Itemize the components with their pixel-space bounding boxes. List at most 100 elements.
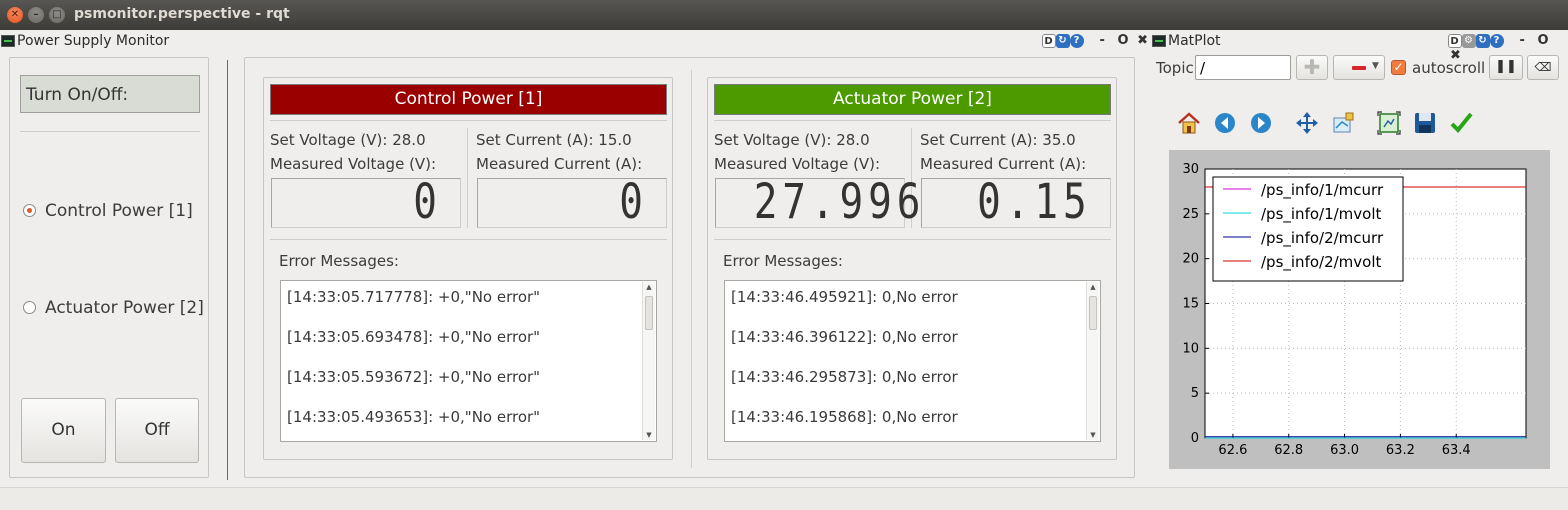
plot-canvas[interactable]: 62.6 62.8 63.0 63.2 63.4 0 5 10 15 20 25 30 /ps_inf… — [1169, 150, 1550, 469]
dock-d-icon[interactable]: D — [1042, 33, 1056, 48]
close-dock-icon[interactable]: ✖ — [1137, 33, 1149, 48]
y-tick-label: 20 — [1182, 252, 1199, 267]
scroll-thumb[interactable] — [645, 296, 653, 330]
legend-label: /ps_info/2/mvolt — [1261, 253, 1382, 272]
gear-icon[interactable]: ⚙ — [1462, 33, 1476, 48]
error-messages-list[interactable]: [14:33:05.717778]: +0,"No error" [14:33:… — [280, 280, 657, 442]
voltage-lcd: 0 — [271, 178, 461, 228]
radio-control-power-button[interactable] — [23, 204, 36, 217]
status-bar — [0, 487, 1568, 510]
save-icon[interactable] — [1412, 110, 1438, 136]
autoscroll-label: autoscroll — [1412, 59, 1486, 77]
divider — [20, 131, 200, 132]
error-messages-label: Error Messages: — [723, 252, 843, 270]
divider — [270, 239, 667, 240]
scroll-down-icon[interactable]: ▼ — [643, 431, 655, 439]
control-power-header: Control Power [1] — [270, 84, 667, 115]
off-button[interactable]: Off — [115, 398, 199, 463]
window-maximize-icon[interactable]: □ — [49, 7, 65, 23]
set-current-label: Set Current (A): 15.0 — [476, 131, 632, 149]
pause-button[interactable]: ❚❚ — [1489, 55, 1523, 80]
x-tick-label: 63.0 — [1330, 443, 1359, 458]
radio-actuator-power-label: Actuator Power [2] — [45, 298, 204, 318]
window-titlebar: ✕ – □ psmonitor.perspective - rqt — [0, 0, 1568, 30]
window-minimize-icon[interactable]: – — [28, 7, 44, 23]
on-button[interactable]: On — [21, 398, 106, 463]
current-lcd: 0 — [477, 178, 667, 228]
home-icon[interactable] — [1176, 110, 1202, 136]
error-messages-list[interactable]: [14:33:46.495921]: 0,No error [14:33:46.… — [724, 280, 1101, 442]
measured-current-label: Measured Current (A): — [476, 155, 643, 173]
scrollbar[interactable]: ▲ ▼ — [642, 282, 655, 440]
y-tick-label: 30 — [1182, 162, 1199, 177]
back-icon[interactable] — [1212, 110, 1238, 136]
y-tick-label: 0 — [1191, 431, 1199, 446]
current-lcd-value: 0.15 — [977, 174, 1092, 230]
rqt-plugin-icon — [1, 35, 15, 47]
clear-button[interactable]: ⌫ — [1527, 55, 1559, 80]
window-close-icon[interactable]: ✕ — [7, 7, 23, 23]
x-tick-label: 63.4 — [1442, 443, 1471, 458]
actuator-power-panel: Actuator Power [2] Set Voltage (V): 28.0… — [707, 77, 1117, 460]
list-item: [14:33:05.593672]: +0,"No error" — [287, 368, 541, 386]
plot-figure: 62.6 62.8 63.0 63.2 63.4 0 5 10 15 20 25 30 /ps_inf… — [1182, 162, 1527, 458]
forward-icon[interactable] — [1248, 110, 1274, 136]
reload-icon[interactable]: ↻ — [1056, 33, 1070, 48]
plus-icon: ✚ — [1303, 55, 1321, 79]
measured-voltage-label: Measured Voltage (V): — [270, 155, 437, 173]
list-item: [14:33:46.295873]: 0,No error — [731, 368, 958, 386]
divider — [714, 120, 1111, 121]
subplots-icon[interactable] — [1330, 110, 1356, 136]
scroll-up-icon[interactable]: ▲ — [643, 283, 655, 291]
help-icon[interactable]: ? — [1070, 33, 1084, 48]
remove-topic-dropdown[interactable]: ▼ — [1333, 55, 1385, 80]
supplies-divider — [691, 70, 692, 468]
y-tick-label: 5 — [1191, 386, 1199, 401]
divider — [714, 239, 1111, 240]
set-voltage-label: Set Voltage (V): 28.0 — [714, 131, 870, 149]
set-voltage-label: Set Voltage (V): 28.0 — [270, 131, 426, 149]
x-tick-label: 62.8 — [1274, 443, 1303, 458]
pan-icon[interactable] — [1294, 110, 1320, 136]
voltage-lcd: 27.996 — [715, 178, 920, 228]
divider — [467, 128, 468, 228]
list-item: [14:33:05.693478]: +0,"No error" — [287, 328, 541, 346]
set-current-label: Set Current (A): 35.0 — [920, 131, 1076, 149]
voltage-lcd-value: 27.996 — [753, 174, 926, 230]
scrollbar[interactable]: ▲ ▼ — [1086, 282, 1099, 440]
list-item: [14:33:46.195868]: 0,No error — [731, 408, 958, 426]
current-lcd-value: 0 — [619, 174, 648, 230]
minimize-dock-icon[interactable]: - — [1100, 33, 1106, 48]
list-item: [14:33:05.493653]: +0,"No error" — [287, 408, 541, 426]
window-title: psmonitor.perspective - rqt — [74, 6, 290, 22]
legend-label: /ps_info/1/mcurr — [1261, 181, 1384, 200]
psm-dock-title: Power Supply Monitor — [17, 33, 170, 49]
scroll-thumb[interactable] — [1089, 296, 1097, 330]
error-messages-label: Error Messages: — [279, 252, 399, 270]
autoscroll-checkbox[interactable]: ✓ — [1391, 60, 1406, 75]
check-icon[interactable] — [1448, 110, 1474, 136]
minimize-dock-icon[interactable]: - — [1520, 33, 1526, 48]
measured-current-label: Measured Current (A): — [920, 155, 1087, 173]
actuator-power-header: Actuator Power [2] — [714, 84, 1111, 115]
psm-dock-buttons: D ↻? - O ✖ — [1042, 33, 1149, 48]
scroll-down-icon[interactable]: ▼ — [1087, 431, 1099, 439]
float-dock-icon[interactable]: O — [1537, 33, 1549, 48]
topic-input[interactable] — [1195, 55, 1291, 80]
y-tick-label: 10 — [1182, 341, 1199, 356]
y-tick-label: 15 — [1182, 297, 1199, 312]
float-dock-icon[interactable]: O — [1117, 33, 1129, 48]
radio-control-power-label: Control Power [1] — [45, 201, 193, 221]
add-topic-button[interactable]: ✚ — [1296, 55, 1328, 80]
help-icon[interactable]: ? — [1490, 33, 1504, 48]
zoom-icon[interactable] — [1376, 110, 1402, 136]
vertical-separator — [227, 60, 228, 480]
reload-icon[interactable]: ↻ — [1476, 33, 1490, 48]
radio-actuator-power-button[interactable] — [23, 301, 36, 314]
scroll-up-icon[interactable]: ▲ — [1087, 283, 1099, 291]
dock-d-icon[interactable]: D — [1448, 33, 1462, 48]
psm-dock-header: Power Supply Monitor D ↻? - O ✖ — [0, 31, 1150, 53]
pause-icon: ❚❚ — [1495, 59, 1517, 74]
legend-label: /ps_info/1/mvolt — [1261, 205, 1382, 224]
chevron-down-icon: ▼ — [1372, 61, 1379, 71]
